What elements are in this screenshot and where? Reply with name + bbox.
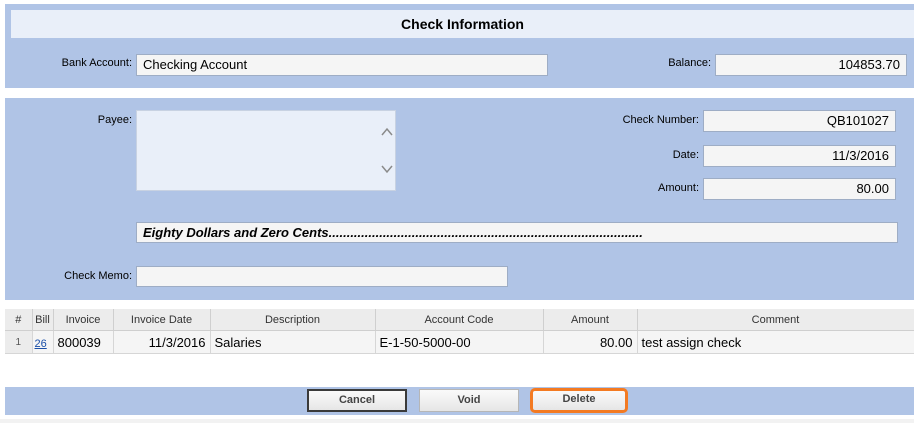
date-field[interactable]: 11/3/2016 — [703, 145, 896, 167]
col-comment[interactable]: Comment — [637, 309, 914, 331]
invoice-date-cell: 11/3/2016 — [113, 330, 211, 354]
date-label: Date: — [672, 149, 699, 161]
balance-label: Balance: — [668, 57, 711, 69]
description-cell: Salaries — [210, 330, 376, 354]
payee-scrollbar[interactable] — [379, 111, 395, 190]
bill-grid: # Bill Invoice Invoice Date Description … — [5, 309, 914, 354]
invoice-cell: 800039 — [53, 330, 114, 354]
row-number: 1 — [5, 330, 33, 354]
col-account-code[interactable]: Account Code — [375, 309, 544, 331]
check-memo-field[interactable] — [136, 266, 508, 287]
payee-textarea[interactable] — [136, 110, 396, 191]
delete-button[interactable]: Delete — [530, 388, 628, 413]
bank-account-field[interactable]: Checking Account — [136, 54, 548, 76]
cancel-button[interactable]: Cancel — [307, 389, 407, 412]
grid-header-row: # Bill Invoice Invoice Date Description … — [5, 309, 914, 331]
section-title: Check Information — [11, 10, 914, 38]
col-amount[interactable]: Amount — [543, 309, 638, 331]
col-invoice-date[interactable]: Invoice Date — [113, 309, 211, 331]
amount-cell: 80.00 — [543, 330, 638, 354]
comment-cell: test assign check — [637, 330, 914, 354]
check-number-field[interactable]: QB101027 — [703, 110, 896, 132]
check-number-label: Check Number: — [622, 114, 699, 126]
col-bill[interactable]: Bill — [32, 309, 54, 331]
check-memo-label: Check Memo: — [64, 270, 132, 282]
chevron-up-icon[interactable] — [381, 127, 393, 136]
void-button[interactable]: Void — [419, 389, 519, 412]
amount-label: Amount: — [658, 182, 699, 194]
col-num[interactable]: # — [5, 309, 33, 331]
col-description[interactable]: Description — [210, 309, 376, 331]
col-invoice[interactable]: Invoice — [53, 309, 114, 331]
account-code-cell: E-1-50-5000-00 — [375, 330, 544, 354]
bottom-strip — [0, 419, 914, 423]
amount-in-words: Eighty Dollars and Zero Cents...........… — [136, 222, 898, 243]
bank-account-label: Bank Account: — [61, 57, 132, 69]
bill-link[interactable]: 26 — [35, 338, 47, 350]
balance-field: 104853.70 — [715, 54, 907, 76]
amount-field[interactable]: 80.00 — [703, 178, 896, 200]
payee-label: Payee: — [97, 114, 132, 126]
chevron-down-icon[interactable] — [381, 165, 393, 174]
table-row[interactable]: 1 26 800039 11/3/2016 Salaries E-1-50-50… — [5, 330, 914, 354]
bill-cell: 26 — [32, 330, 54, 354]
